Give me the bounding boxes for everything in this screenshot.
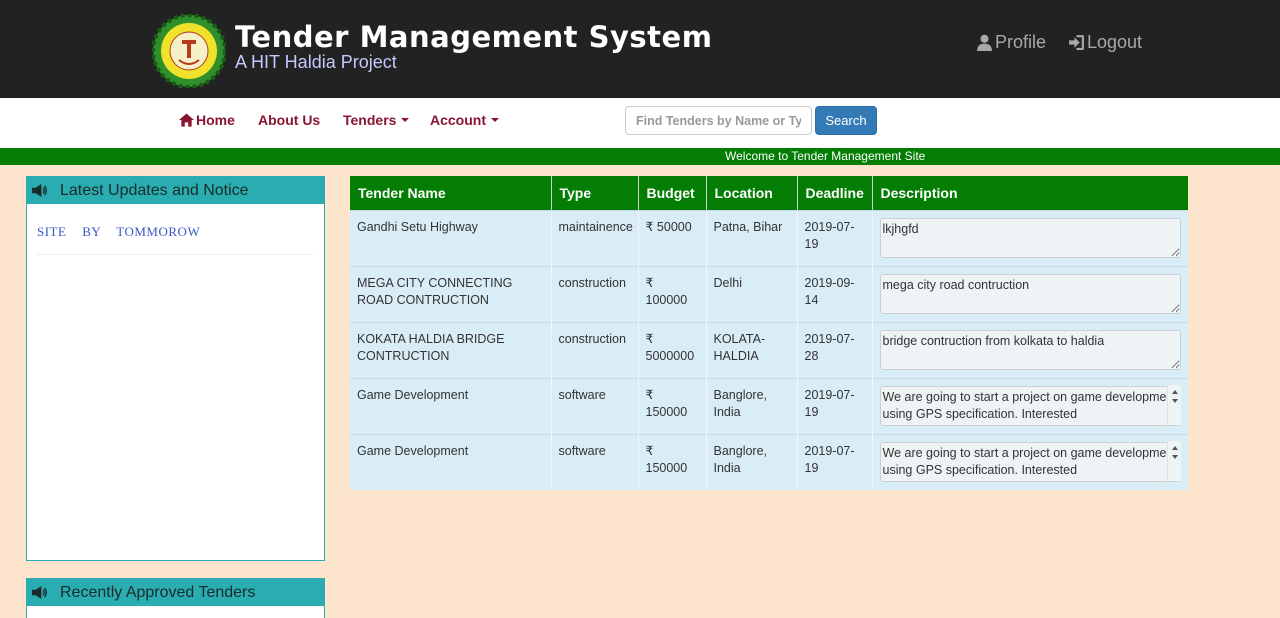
nav-tenders-dropdown[interactable]: Tenders (343, 112, 410, 128)
site-title: Tender Management System (235, 20, 713, 54)
scroll-down-arrow-icon[interactable] (1172, 398, 1178, 403)
nav-account-label: Account (430, 112, 486, 128)
site-header: Tender Management System A HIT Haldia Pr… (0, 0, 1280, 98)
search-input[interactable] (625, 106, 812, 135)
table-row[interactable]: Gandhi Setu Highway maintainence ₹ 50000… (350, 209, 1188, 266)
megaphone-icon (32, 586, 47, 599)
nav-tenders-label: Tenders (343, 112, 397, 128)
cell-type: construction (551, 321, 639, 378)
cell-tender-name: KOKATA HALDIA BRIDGE CONTRUCTION (350, 321, 552, 378)
table-row[interactable]: Game Development software ₹ 150000 Bangl… (350, 377, 1188, 434)
scroll-up-arrow-icon[interactable] (1172, 445, 1178, 450)
description-textarea[interactable]: We are going to start a project on game … (879, 441, 1181, 482)
cell-description: We are going to start a project on game … (872, 433, 1188, 490)
cell-tender-name: MEGA CITY CONNECTING ROAD CONTRUCTION (350, 265, 552, 322)
welcome-marquee: Welcome to Tender Management Site (0, 148, 1280, 165)
table-row[interactable]: KOKATA HALDIA BRIDGE CONTRUCTION constru… (350, 321, 1188, 378)
col-header-deadline: Deadline (797, 176, 873, 210)
main-navbar: Home About Us Tenders Account Search (0, 98, 1280, 148)
cell-deadline: 2019-09-14 (797, 265, 873, 322)
cell-deadline: 2019-07-19 (797, 433, 873, 490)
cell-deadline: 2019-07-19 (797, 209, 873, 266)
search-button[interactable]: Search (815, 106, 877, 135)
cell-deadline: 2019-07-19 (797, 377, 873, 434)
caret-down-icon (401, 118, 410, 122)
site-subtitle: A HIT Haldia Project (235, 52, 397, 72)
nav-home-label: Home (196, 112, 235, 128)
cell-location: Patna, Bihar (706, 209, 798, 266)
cell-tender-name: Gandhi Setu Highway (350, 209, 552, 266)
col-header-location: Location (706, 176, 798, 210)
profile-label: Profile (995, 32, 1047, 52)
approved-panel-title: Recently Approved Tenders (60, 583, 256, 601)
cell-budget: ₹ 50000 (638, 209, 707, 266)
cell-type: software (551, 377, 639, 434)
description-textarea[interactable]: bridge contruction from kolkata to haldi… (879, 329, 1181, 370)
cell-location: KOLATA-HALDIA (706, 321, 798, 378)
cell-type: maintainence (551, 209, 639, 266)
cell-location: Banglore, India (706, 377, 798, 434)
cell-location: Banglore, India (706, 433, 798, 490)
description-textarea[interactable]: mega city road contruction (879, 273, 1181, 314)
megaphone-icon (32, 184, 47, 197)
approved-panel-header: Recently Approved Tenders (27, 579, 324, 606)
col-header-budget: Budget (638, 176, 707, 210)
logout-label: Logout (1087, 32, 1143, 52)
textarea-scrollbar[interactable] (1167, 384, 1181, 425)
col-header-description: Description (872, 176, 1188, 210)
institute-logo-icon (152, 14, 226, 88)
textarea-scrollbar[interactable] (1167, 440, 1181, 481)
user-icon (977, 34, 992, 51)
cell-budget: ₹ 150000 (638, 377, 707, 434)
cell-deadline: 2019-07-28 (797, 321, 873, 378)
col-header-tender-name: Tender Name (350, 176, 552, 210)
notice-text: SITE BY TOMMOROW (37, 224, 201, 239)
cell-budget: ₹ 150000 (638, 433, 707, 490)
cell-type: software (551, 433, 639, 490)
cell-budget: ₹ 5000000 (638, 321, 707, 378)
home-icon (179, 113, 194, 127)
updates-panel: Latest Updates and Notice SITE BY TOMMOR… (26, 176, 325, 561)
scroll-up-arrow-icon[interactable] (1172, 389, 1178, 394)
caret-down-icon (491, 118, 499, 122)
scroll-down-arrow-icon[interactable] (1172, 454, 1178, 459)
logout-icon (1069, 35, 1084, 50)
nav-about[interactable]: About Us (258, 112, 320, 128)
profile-link[interactable]: Profile (976, 32, 1046, 53)
nav-account-dropdown[interactable]: Account (430, 112, 499, 128)
cell-budget: ₹ 100000 (638, 265, 707, 322)
table-row[interactable]: MEGA CITY CONNECTING ROAD CONTRUCTION co… (350, 265, 1188, 322)
table-row[interactable]: Game Development software ₹ 150000 Bangl… (350, 433, 1188, 490)
tenders-table: Tender Name Type Budget Location Deadlin… (350, 176, 1188, 490)
nav-home[interactable]: Home (179, 112, 235, 128)
description-textarea[interactable]: lkjhgfd (879, 217, 1181, 258)
updates-panel-header: Latest Updates and Notice (27, 177, 324, 204)
nav-about-label: About Us (258, 112, 321, 128)
notice-item[interactable]: SITE BY TOMMOROW (37, 224, 314, 255)
cell-description: lkjhgfd (872, 209, 1188, 266)
updates-panel-title: Latest Updates and Notice (60, 181, 249, 199)
cell-description: bridge contruction from kolkata to haldi… (872, 321, 1188, 378)
table-header-row: Tender Name Type Budget Location Deadlin… (350, 176, 1188, 210)
cell-location: Delhi (706, 265, 798, 322)
approved-panel: Recently Approved Tenders (26, 578, 325, 618)
col-header-type: Type (551, 176, 639, 210)
cell-tender-name: Game Development (350, 377, 552, 434)
cell-type: construction (551, 265, 639, 322)
description-textarea[interactable]: We are going to start a project on game … (879, 385, 1181, 426)
cell-description: mega city road contruction (872, 265, 1188, 322)
logout-link[interactable]: Logout (1068, 32, 1142, 53)
marquee-text: Welcome to Tender Management Site (725, 149, 926, 163)
cell-description: We are going to start a project on game … (872, 377, 1188, 434)
cell-tender-name: Game Development (350, 433, 552, 490)
